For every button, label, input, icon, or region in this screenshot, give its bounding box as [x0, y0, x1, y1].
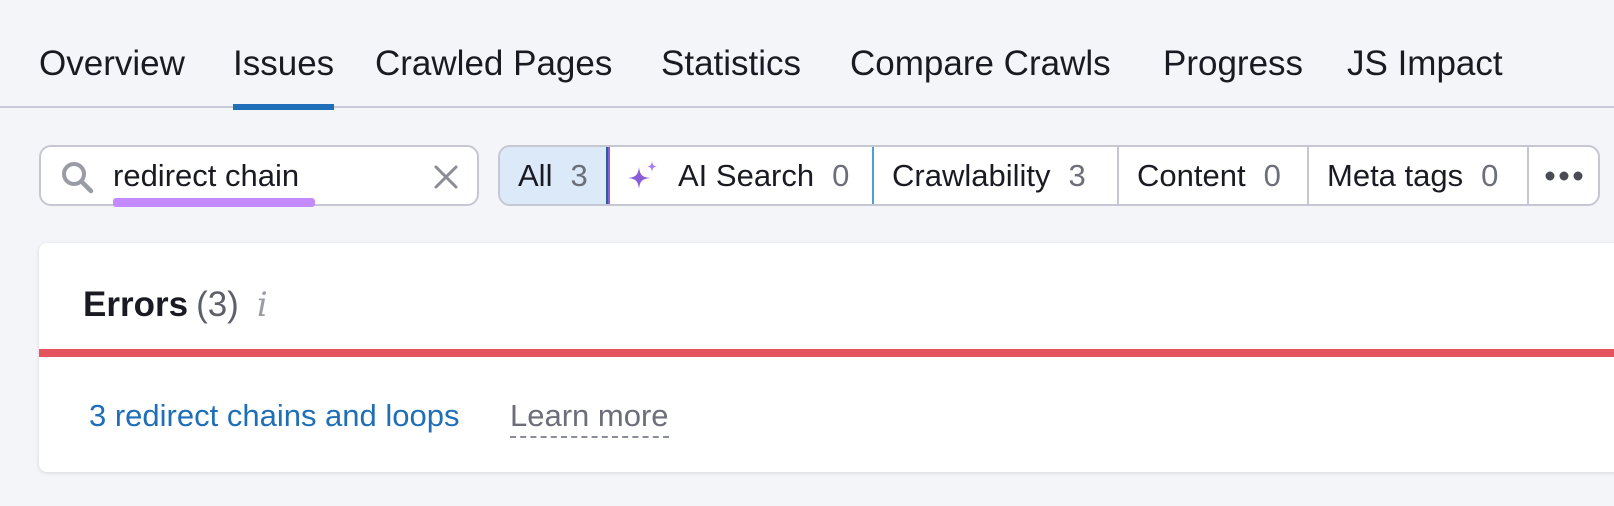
filter-all-label: All [518, 157, 553, 193]
tab-crawled-pages[interactable]: Crawled Pages [375, 44, 612, 108]
filter-content[interactable]: Content 0 [1119, 147, 1309, 204]
nav-tabs: Overview Issues Crawled Pages Statistics… [0, 0, 1614, 110]
errors-count: (3) [196, 285, 239, 324]
tab-overview[interactable]: Overview [39, 44, 185, 108]
tab-issues[interactable]: Issues [233, 44, 335, 110]
info-icon[interactable]: i [257, 285, 268, 325]
tab-statistics[interactable]: Statistics [661, 44, 801, 108]
learn-more-link[interactable]: Learn more [510, 396, 669, 438]
errors-title: Errors [83, 285, 189, 324]
filter-crawlability[interactable]: Crawlability 3 [874, 147, 1119, 204]
filter-all-count: 3 [570, 157, 588, 193]
search-icon [62, 162, 94, 194]
category-filter-group: All 3 AI Search 0 Crawlability 3 Content… [498, 145, 1600, 206]
filter-ai-search-count: 0 [832, 157, 850, 193]
filter-all[interactable]: All 3 [500, 147, 608, 204]
tab-js-impact[interactable]: JS Impact [1347, 44, 1503, 108]
filter-ai-search[interactable]: AI Search 0 [608, 147, 874, 204]
filter-crawlability-count: 3 [1068, 157, 1086, 193]
more-filters-button[interactable] [1529, 147, 1598, 204]
filter-crawlability-label: Crawlability [892, 157, 1051, 193]
tab-compare-crawls[interactable]: Compare Crawls [850, 44, 1111, 108]
more-dots-icon [1545, 171, 1582, 180]
close-icon[interactable] [433, 164, 459, 190]
filter-meta-tags[interactable]: Meta tags 0 [1309, 147, 1529, 204]
errors-heading: Errors (3) i [83, 281, 268, 329]
filter-meta-tags-count: 0 [1481, 157, 1499, 193]
search-highlight-underline [113, 198, 315, 207]
error-severity-bar [39, 349, 1614, 357]
filter-ai-search-label: AI Search [678, 157, 815, 193]
errors-card: Errors (3) i 3 redirect chains and loops L… [39, 243, 1614, 472]
tab-progress[interactable]: Progress [1163, 44, 1303, 108]
filter-content-label: Content [1137, 157, 1246, 193]
filter-meta-tags-label: Meta tags [1327, 157, 1464, 193]
issue-search-box [39, 145, 479, 207]
sparkle-icon [628, 160, 657, 189]
filter-content-count: 0 [1263, 157, 1281, 193]
search-input[interactable] [113, 155, 413, 197]
redirect-chains-issue-link[interactable]: 3 redirect chains and loops [89, 396, 460, 436]
